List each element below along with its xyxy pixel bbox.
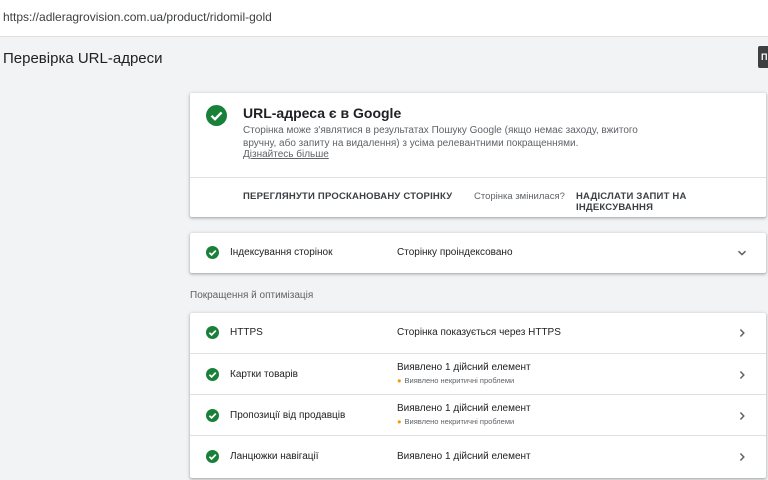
page-title: Перевірка URL-адреси xyxy=(3,50,163,67)
page-changed-question: Сторінка змінилася? xyxy=(474,191,565,202)
warning-note: ● Виявлено некритичні проблеми xyxy=(397,376,515,385)
status-card: URL-адреса є в Google Сторінка може з'яв… xyxy=(190,93,766,217)
warning-dot-icon: ● xyxy=(397,376,402,385)
chevron-right-icon[interactable] xyxy=(736,327,748,339)
check-circle-icon xyxy=(206,409,219,422)
status-description: Сторінка може з'являтися в результатах П… xyxy=(243,125,638,149)
enhancement-label: HTTPS xyxy=(230,327,263,338)
enhancement-row-breadcrumbs[interactable]: Ланцюжки навігації Виявлено 1 дійсний ел… xyxy=(190,435,766,476)
indexing-label: Індексування сторінок xyxy=(230,247,333,258)
enhancements-card: HTTPS Сторінка показується через HTTPS К… xyxy=(190,313,766,478)
chevron-right-icon[interactable] xyxy=(736,369,748,381)
chevron-right-icon[interactable] xyxy=(736,410,748,422)
view-crawled-page-button[interactable]: ПЕРЕГЛЯНУТИ ПРОСКАНОВАНУ СТОРІНКУ xyxy=(243,191,452,202)
request-indexing-button[interactable]: НАДІСЛАТИ ЗАПИТ НА ІНДЕКСУВАННЯ xyxy=(576,191,766,213)
enhancement-row-merchant-listings[interactable]: Пропозиції від продавців Виявлено 1 дійс… xyxy=(190,394,766,435)
check-circle-icon xyxy=(206,368,219,381)
divider xyxy=(190,177,766,178)
warning-note: ● Виявлено некритичні проблеми xyxy=(397,417,515,426)
enhancement-label: Картки товарів xyxy=(230,369,298,380)
status-title: URL-адреса є в Google xyxy=(243,105,402,121)
check-circle-icon xyxy=(206,105,227,126)
enhancement-row-https[interactable]: HTTPS Сторінка показується через HTTPS xyxy=(190,313,766,353)
check-circle-icon xyxy=(206,246,219,259)
section-title: Покращення й оптимізація xyxy=(190,290,314,301)
enhancement-label: Пропозиції від продавців xyxy=(230,410,346,421)
warning-dot-icon: ● xyxy=(397,417,402,426)
url-text[interactable]: https://adleragrovision.com.ua/product/r… xyxy=(3,10,272,24)
learn-more-link[interactable]: Дізнайтесь більше xyxy=(243,149,329,160)
check-circle-icon xyxy=(206,450,219,463)
indexing-card[interactable]: Індексування сторінок Сторінку проіндекс… xyxy=(190,233,766,273)
check-circle-icon xyxy=(206,326,219,339)
address-bar[interactable]: https://adleragrovision.com.ua/product/r… xyxy=(0,0,768,37)
enhancement-label: Ланцюжки навігації xyxy=(230,451,319,462)
chevron-right-icon[interactable] xyxy=(736,451,748,463)
corner-button[interactable]: П xyxy=(758,46,768,68)
enhancement-value: Сторінка показується через HTTPS xyxy=(397,327,561,338)
enhancement-value: Виявлено 1 дійсний елемент xyxy=(397,362,531,373)
enhancement-row-product-snippets[interactable]: Картки товарів Виявлено 1 дійсний елемен… xyxy=(190,353,766,394)
enhancement-value: Виявлено 1 дійсний елемент xyxy=(397,451,531,462)
enhancement-value: Виявлено 1 дійсний елемент xyxy=(397,403,531,414)
indexing-value: Сторінку проіндексовано xyxy=(397,247,513,258)
chevron-down-icon[interactable] xyxy=(736,247,748,259)
